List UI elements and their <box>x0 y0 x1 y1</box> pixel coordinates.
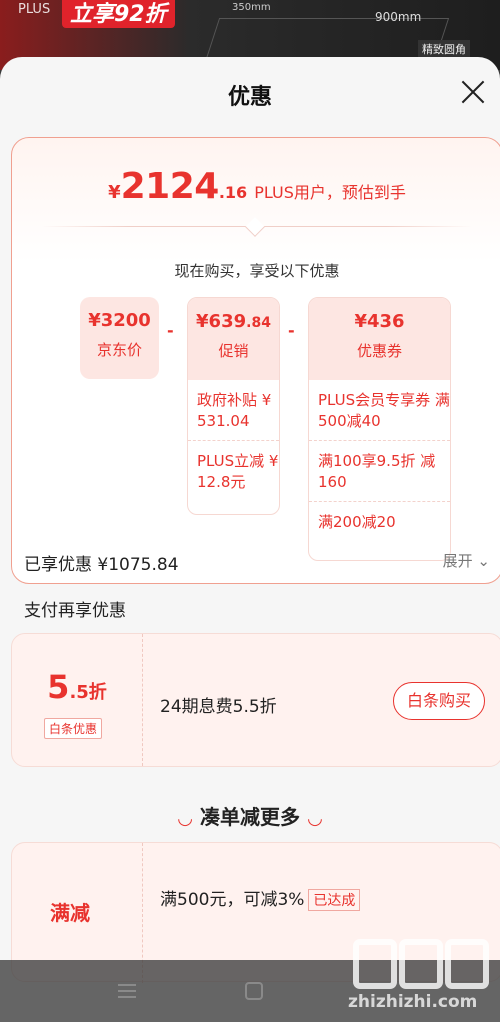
promo-banner-text: 立享92折 <box>62 0 175 28</box>
minus-sign: - <box>288 321 295 340</box>
price-breakdown-card: ¥2124.16 PLUS用户，预估到手 现在购买，享受以下优惠 ¥3200 京… <box>11 137 500 584</box>
watermark-text: zhizhizhi.com <box>348 992 478 1012</box>
payment-rate-panel: 5.5折 白条优惠 <box>12 634 143 766</box>
jd-price-amount: ¥3200 <box>88 310 151 331</box>
sheet-header: 优惠 <box>0 57 500 135</box>
coupon-amount: ¥436 <box>354 311 405 332</box>
product-image-outline <box>204 18 450 62</box>
coupon-item-discount: 满100享9.5折 减160 <box>309 441 450 502</box>
coupon-item-plus: PLUS会员专享券 满500减40 <box>309 380 450 441</box>
divider-notch <box>245 217 265 237</box>
saved-amount: 已享优惠 ¥1075.84 <box>24 555 179 575</box>
close-icon[interactable] <box>458 77 488 107</box>
promotion-amount: ¥639.84 <box>196 311 271 332</box>
dimension-label-1: 350mm <box>232 2 271 13</box>
expand-label: 展开 <box>442 552 473 570</box>
bundle-offer-label: 满减 <box>50 901 90 925</box>
chevron-down-icon: ⌄ <box>477 552 490 570</box>
promotion-label: 促销 <box>218 342 249 360</box>
final-price-integer: 2124 <box>120 166 220 207</box>
final-price-note: PLUS用户，预估到手 <box>254 183 406 202</box>
final-price-symbol: ¥ <box>108 182 121 203</box>
expand-toggle[interactable]: 展开 ⌄ <box>443 550 490 571</box>
coupon-box: ¥436 优惠券 PLUS会员专享券 满500减40 满100享9.5折 减16… <box>308 297 451 561</box>
final-price: ¥2124.16 PLUS用户，预估到手 <box>12 166 500 207</box>
more-section-title: ◡ 凑单减更多 ◡ <box>178 805 322 829</box>
payment-tag: 白条优惠 <box>44 718 103 739</box>
breakdown-subtitle: 现在购买，享受以下优惠 <box>174 262 340 280</box>
final-price-decimal: .16 <box>218 183 248 202</box>
payment-rate: 5.5折 <box>47 668 107 706</box>
sheet-title: 优惠 <box>227 85 272 110</box>
dimension-label-2: 900mm <box>375 10 422 24</box>
promotion-item-plus: PLUS立减 ¥ 12.8元 <box>197 452 279 491</box>
plus-label: PLUS <box>18 2 51 17</box>
promotion-box: ¥639.84 促销 政府补贴 ¥ 531.04 PLUS立减 ¥ 12.8元 <box>187 297 280 515</box>
payment-section-title: 支付再享优惠 <box>24 601 126 621</box>
home-icon[interactable] <box>245 982 263 1000</box>
promotion-item-subsidy: 政府补贴 ¥ 531.04 <box>188 380 279 441</box>
smile-icon: ◡ <box>178 808 192 829</box>
menu-icon[interactable] <box>118 984 136 998</box>
coupon-item-threshold: 满200减20 <box>318 513 396 531</box>
baitiao-buy-button[interactable]: 白条购买 <box>393 682 485 720</box>
feature-tag: 精致圆角 <box>418 40 470 58</box>
achieved-tag: 已达成 <box>308 889 361 911</box>
minus-sign: - <box>167 321 174 340</box>
payment-offer-card: 5.5折 白条优惠 24期息费5.5折 白条购买 <box>11 633 500 767</box>
coupon-label: 优惠券 <box>356 342 402 360</box>
smile-icon: ◡ <box>308 808 322 829</box>
payment-description: 24期息费5.5折 <box>160 697 277 717</box>
jd-price-label: 京东价 <box>96 341 142 359</box>
watermark-logo-icon <box>353 939 489 989</box>
jd-price-box: ¥3200 京东价 <box>80 297 159 379</box>
bundle-offer-description: 满500元，可减3% 已达成 <box>160 885 361 911</box>
